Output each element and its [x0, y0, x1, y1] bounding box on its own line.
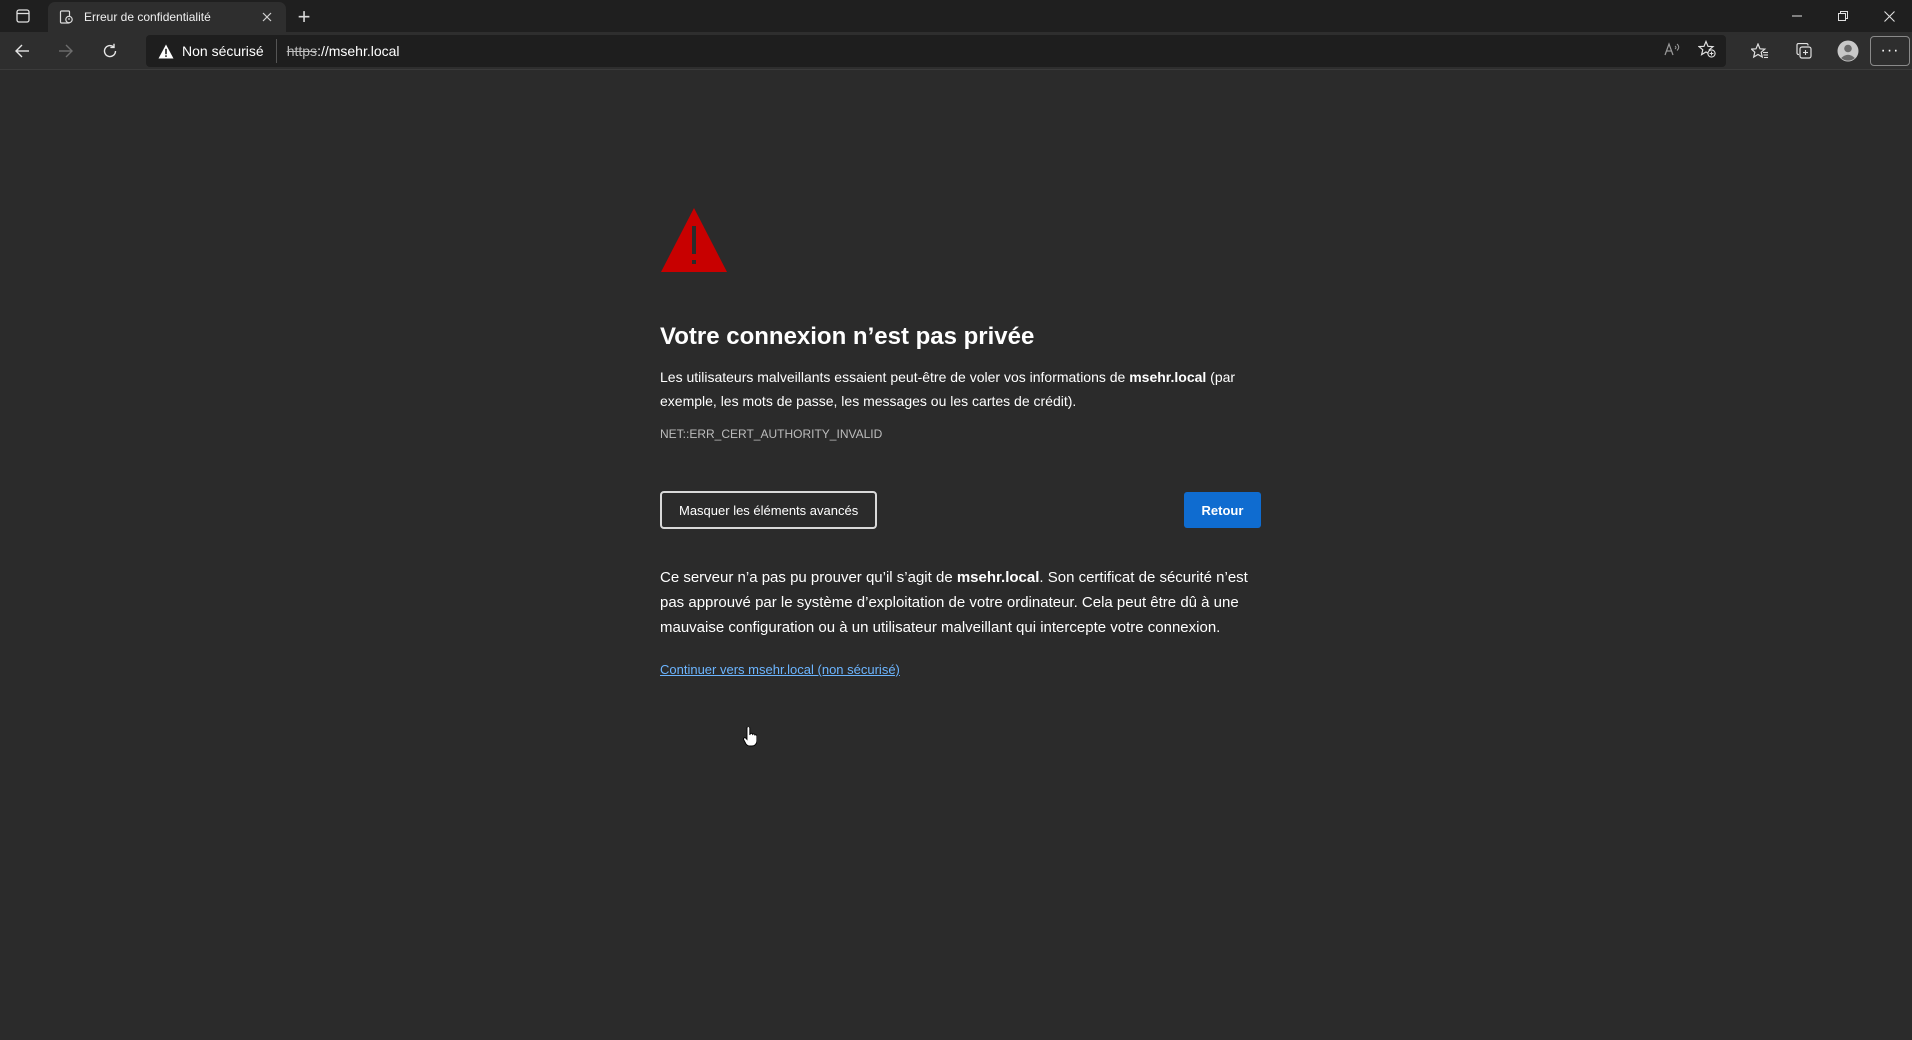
error-description: Les utilisateurs malveillants essaient p…	[660, 365, 1260, 413]
desc-text: Les utilisateurs malveillants essaient p…	[660, 369, 1130, 385]
close-window-button[interactable]	[1866, 0, 1912, 32]
page-title: Votre connexion n’est pas privée	[660, 323, 1035, 350]
warning-icon	[661, 208, 727, 272]
security-indicator[interactable]: Non sécurisé	[158, 39, 277, 63]
window-controls	[1774, 0, 1912, 32]
forward-arrow-icon	[59, 44, 73, 57]
more-button[interactable]: ···	[1870, 36, 1910, 66]
details-text: Ce serveur n’a pas pu prouver qu’il s’ag…	[660, 569, 957, 586]
details-host: msehr.local	[956, 569, 1040, 586]
collections-button[interactable]	[1782, 32, 1826, 70]
minimize-button[interactable]	[1774, 0, 1820, 32]
toolbar-right-actions: ···	[1738, 32, 1912, 70]
tab-strip: Erreur de confidentialité +	[0, 0, 1912, 32]
url-text[interactable]: https://msehr.local	[287, 43, 400, 59]
minimize-icon	[1792, 15, 1802, 17]
back-to-safety-button[interactable]: Retour	[1184, 492, 1261, 528]
close-icon	[1883, 10, 1895, 22]
desc-host: msehr.local	[1129, 369, 1207, 385]
read-aloud-icon	[1664, 41, 1680, 55]
tab-title: Erreur de confidentialité	[84, 10, 211, 24]
error-code: NET::ERR_CERT_AUTHORITY_INVALID	[660, 427, 883, 441]
address-bar[interactable]: Non sécurisé https://msehr.local	[146, 35, 1726, 67]
read-aloud-button[interactable]	[1664, 41, 1680, 62]
tab-close-button[interactable]	[258, 8, 276, 26]
toolbar: Non sécurisé https://msehr.local ···	[0, 32, 1912, 70]
close-icon	[262, 12, 272, 22]
profile-icon	[1837, 40, 1859, 62]
security-label: Non sécurisé	[182, 43, 264, 59]
favorites-button[interactable]	[1738, 32, 1782, 70]
page-content: Votre connexion n’est pas privée Les uti…	[0, 70, 1912, 1040]
add-favorite-icon	[1697, 39, 1716, 58]
address-bar-actions	[1664, 35, 1716, 67]
restore-button[interactable]	[1820, 0, 1866, 32]
warning-icon	[158, 44, 174, 58]
back-button[interactable]	[0, 32, 44, 70]
url-host: ://msehr.local	[317, 43, 400, 59]
new-tab-button[interactable]: +	[286, 2, 322, 32]
proceed-unsafe-link[interactable]: Continuer vers msehr.local (non sécurisé…	[660, 662, 900, 677]
more-icon: ···	[1880, 42, 1900, 59]
error-panel: Votre connexion n’est pas privée Les uti…	[660, 206, 1261, 679]
url-scheme: https	[286, 43, 318, 59]
advanced-details: Ce serveur n’a pas pu prouver qu’il s’ag…	[660, 565, 1260, 640]
hide-advanced-button[interactable]: Masquer les éléments avancés	[660, 491, 878, 529]
back-arrow-icon	[15, 44, 29, 57]
restore-icon	[1838, 11, 1848, 21]
refresh-button[interactable]	[88, 32, 132, 70]
tab-active[interactable]: Erreur de confidentialité	[48, 2, 286, 32]
action-buttons: Masquer les éléments avancés Retour	[660, 491, 1261, 531]
page-favicon-icon	[58, 9, 74, 25]
favorites-icon	[1751, 43, 1768, 59]
mouse-cursor-icon	[743, 727, 757, 747]
refresh-icon	[103, 43, 117, 57]
profile-button[interactable]	[1826, 32, 1870, 70]
tab-actions-button[interactable]	[0, 0, 46, 32]
forward-button[interactable]	[44, 32, 88, 70]
collections-icon	[1796, 43, 1812, 59]
tab-actions-icon	[16, 9, 30, 23]
add-favorite-button[interactable]	[1697, 39, 1716, 63]
